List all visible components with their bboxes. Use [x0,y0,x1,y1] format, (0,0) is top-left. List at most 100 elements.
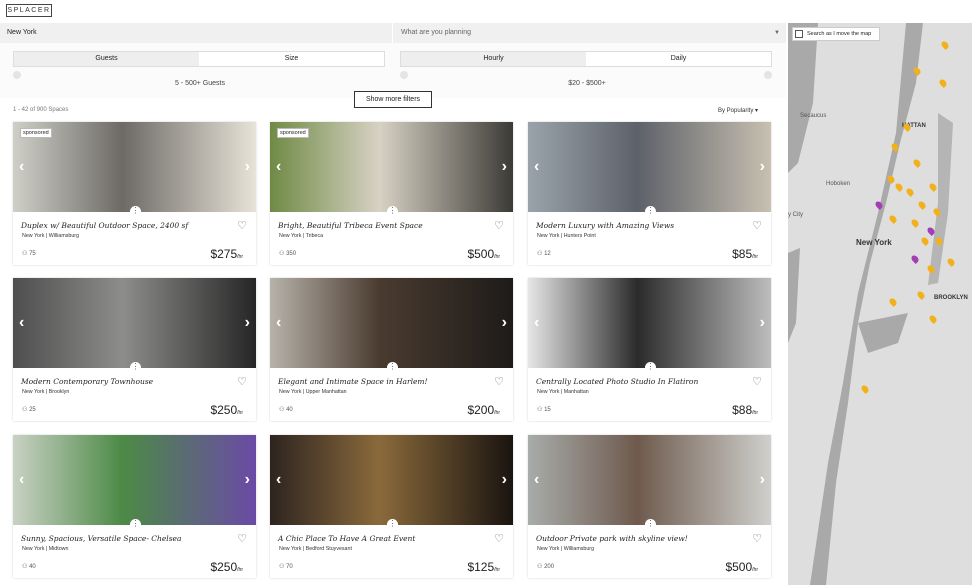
more-options-icon[interactable]: ⋮ [645,206,656,217]
listing-title[interactable]: Bright, Beautiful Tribeca Event Space [278,221,423,230]
price-slider-min[interactable] [400,71,408,79]
chevron-right-icon[interactable]: › [760,471,765,489]
listing-price: $250/hr [210,403,243,417]
tab-size[interactable]: Size [199,52,384,66]
search-bar: New York What are you planning ▼ [0,23,786,43]
listing-price: $250/hr [210,560,243,574]
chevron-right-icon[interactable]: › [760,158,765,176]
rate-toggle: Hourly Daily [400,51,772,67]
price-unit: /hr [237,254,243,260]
sort-select[interactable]: By Popularity ▾ [718,107,758,114]
chevron-left-icon[interactable]: ‹ [534,314,539,332]
more-options-icon[interactable]: ⋮ [130,519,141,530]
map[interactable]: Search as I move the map New York BROOKL… [788,23,972,585]
more-options-icon[interactable]: ⋮ [130,362,141,373]
heart-icon[interactable]: ♡ [494,219,504,232]
guests-range-label: 5 - 500+ Guests [174,80,225,87]
chevron-left-icon[interactable]: ‹ [534,471,539,489]
listing-location: New York | Bedford Stuyvesant [279,546,352,552]
chevron-left-icon[interactable]: ‹ [276,471,281,489]
more-options-icon[interactable]: ⋮ [387,206,398,217]
person-icon: ⚇ [537,251,543,257]
chevron-left-icon[interactable]: ‹ [276,314,281,332]
planning-select[interactable]: What are you planning ▼ [393,23,786,43]
more-options-icon[interactable]: ⋮ [645,519,656,530]
listing-card[interactable]: ‹ › ⋮ Modern Contemporary Townhouse ♡ New Yor… [13,278,256,421]
heart-icon[interactable]: ♡ [237,219,247,232]
chevron-left-icon[interactable]: ‹ [19,314,24,332]
listing-photo[interactable] [270,278,513,368]
listing-card[interactable]: ‹ › ⋮ Modern Luxury with Amazing Views ♡ New … [528,122,771,265]
listing-title[interactable]: Duplex w/ Beautiful Outdoor Space, 2400 … [21,221,188,230]
sort-label: By Popularity [718,108,754,114]
person-icon: ⚇ [279,407,285,413]
listing-title[interactable]: Modern Luxury with Amazing Views [536,221,674,230]
map-label-brooklyn: BROOKLYN [934,295,968,301]
chevron-right-icon[interactable]: › [245,471,250,489]
map-search-toggle[interactable]: Search as I move the map [792,27,880,41]
person-icon: ⚇ [537,564,543,570]
more-options-icon[interactable]: ⋮ [130,206,141,217]
heart-icon[interactable]: ♡ [752,532,762,545]
heart-icon[interactable]: ♡ [237,532,247,545]
listing-title[interactable]: Centrally Located Photo Studio In Flatir… [536,377,698,386]
more-options-icon[interactable]: ⋮ [387,362,398,373]
price-unit: /hr [494,254,500,260]
listing-title[interactable]: Elegant and Intimate Space in Harlem! [278,377,428,386]
listing-photo[interactable] [13,278,256,368]
chevron-right-icon[interactable]: › [502,471,507,489]
location-input[interactable]: New York [0,23,393,43]
more-options-icon[interactable]: ⋮ [387,519,398,530]
chevron-right-icon[interactable]: › [245,158,250,176]
listing-card[interactable]: sponsored ‹ › ⋮ Bright, Beautiful Tribeca Ev… [270,122,513,265]
guest-count: 200 [544,564,555,570]
guests-slider-handle[interactable] [13,71,21,79]
listing-location: New York | Manhattan [537,389,589,395]
price-unit: /hr [752,567,758,573]
listing-price: $275/hr [210,247,243,261]
heart-icon[interactable]: ♡ [237,375,247,388]
listing-photo[interactable] [270,435,513,525]
show-more-filters-button[interactable]: Show more filters [354,91,432,108]
guest-capacity: ⚇ 70 [279,563,293,570]
heart-icon[interactable]: ♡ [494,532,504,545]
tab-daily[interactable]: Daily [586,52,771,66]
listing-title[interactable]: Outdoor Private park with skyline view! [536,534,688,543]
chevron-right-icon[interactable]: › [760,314,765,332]
chevron-right-icon[interactable]: › [502,158,507,176]
listing-photo[interactable] [528,435,771,525]
listing-card[interactable]: ‹ › ⋮ Elegant and Intimate Space in Harlem!… [270,278,513,421]
chevron-right-icon[interactable]: › [245,314,250,332]
heart-icon[interactable]: ♡ [752,375,762,388]
sponsored-badge: sponsored [277,128,309,138]
listing-card[interactable]: sponsored ‹ › ⋮ Duplex w/ Beautiful Outdoor … [13,122,256,265]
listing-card[interactable]: ‹ › ⋮ A Chic Place To Have A Great Event ♡ Ne… [270,435,513,578]
chevron-left-icon[interactable]: ‹ [534,158,539,176]
chevron-left-icon[interactable]: ‹ [276,158,281,176]
chevron-right-icon[interactable]: › [502,314,507,332]
listing-location: New York | Brooklyn [22,389,70,395]
logo[interactable]: SPLACER [6,4,52,17]
listing-price: $500/hr [467,247,500,261]
listing-card[interactable]: ‹ › ⋮ Sunny, Spacious, Versatile Space- Che… [13,435,256,578]
listing-title[interactable]: A Chic Place To Have A Great Event [278,534,415,543]
price-unit: /hr [237,567,243,573]
listing-title[interactable]: Sunny, Spacious, Versatile Space- Chelse… [21,534,181,543]
chevron-left-icon[interactable]: ‹ [19,158,24,176]
chevron-left-icon[interactable]: ‹ [19,471,24,489]
listing-photo[interactable] [528,278,771,368]
heart-icon[interactable]: ♡ [752,219,762,232]
listing-photo[interactable] [528,122,771,212]
listing-photo[interactable] [13,435,256,525]
guest-capacity: ⚇ 200 [537,563,554,570]
heart-icon[interactable]: ♡ [494,375,504,388]
listing-card[interactable]: ‹ › ⋮ Centrally Located Photo Studio In Fla… [528,278,771,421]
price-unit: /hr [494,410,500,416]
tab-hourly[interactable]: Hourly [401,52,586,66]
more-options-icon[interactable]: ⋮ [645,362,656,373]
listing-card[interactable]: ‹ › ⋮ Outdoor Private park with skyline vie… [528,435,771,578]
capacity-toggle: Guests Size [13,51,385,67]
price-slider-max[interactable] [764,71,772,79]
listing-title[interactable]: Modern Contemporary Townhouse [21,377,153,386]
tab-guests[interactable]: Guests [14,52,199,66]
